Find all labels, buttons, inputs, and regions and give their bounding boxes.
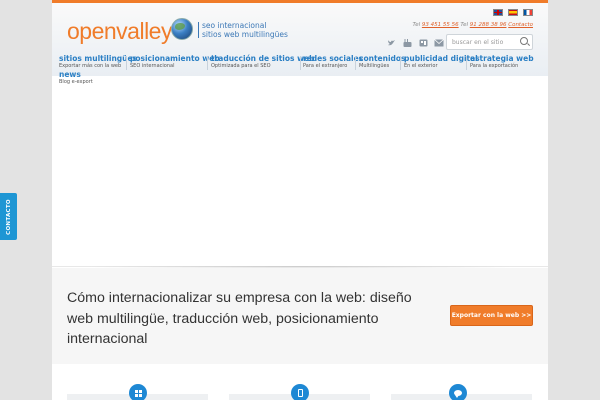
nav-divider: [300, 56, 301, 70]
contact-side-tab[interactable]: CONTACTO: [0, 193, 17, 240]
nav-item-estrategia-web[interactable]: estrategia web Para la exportación: [470, 54, 534, 70]
nav-label[interactable]: estrategia web: [470, 54, 534, 63]
nav-item-news[interactable]: news Blog e-export: [59, 70, 93, 86]
mail-icon[interactable]: [434, 38, 444, 47]
rss-icon[interactable]: [418, 38, 428, 47]
social-links: [386, 38, 444, 47]
tel1-prefix: Tel: [412, 22, 421, 28]
contact-link[interactable]: Contacto: [508, 22, 533, 28]
search-icon[interactable]: [520, 37, 528, 45]
search-box: [446, 34, 533, 50]
side-tab-label[interactable]: CONTACTO: [6, 199, 12, 235]
logo-text[interactable]: openvalley: [67, 18, 172, 45]
grid-icon: [129, 384, 147, 400]
nav-sublabel: Blog e-export: [59, 79, 93, 85]
phone-icon: [291, 384, 309, 400]
nav-divider: [207, 56, 208, 70]
header: openvalley seo internacional sitios web …: [52, 3, 548, 85]
intro-title: Cómo internacionalizar su empresa con la…: [67, 290, 412, 347]
chat-icon: [449, 384, 467, 400]
nav-sublabel: Para la exportación: [470, 63, 519, 69]
globe-icon: [171, 18, 193, 40]
flag-es-icon[interactable]: [508, 9, 518, 16]
search-input[interactable]: [447, 35, 517, 49]
nav-item-contenidos[interactable]: contenidos Multilingües: [359, 54, 406, 70]
twitter-icon[interactable]: [386, 38, 396, 47]
page: openvalley seo internacional sitios web …: [52, 0, 548, 400]
nav-sublabel: Optimizada para el SEO: [211, 63, 271, 69]
nav-sublabel: Multilingües: [359, 63, 390, 69]
intro-section: Cómo internacionalizar su empresa con la…: [52, 268, 548, 364]
nav-divider: [355, 56, 356, 70]
nav-label[interactable]: contenidos: [359, 54, 406, 63]
youtube-icon[interactable]: [402, 38, 412, 47]
phone-link-1[interactable]: 93 451 55 56: [422, 22, 459, 28]
phone-link-2[interactable]: 91 288 38 96: [470, 22, 507, 28]
features-section: [52, 364, 548, 400]
nav-divider: [126, 56, 127, 70]
nav-divider: [466, 56, 467, 70]
nav-divider: [400, 56, 401, 70]
logo[interactable]: openvalley: [67, 18, 193, 45]
nav-label[interactable]: news: [59, 70, 93, 79]
nav-item-traduccion[interactable]: traducción de sitios web Optimizada para…: [211, 54, 315, 70]
flag-uk-icon[interactable]: [493, 9, 503, 16]
tagline-divider: [198, 22, 199, 38]
flag-fr-icon[interactable]: [523, 9, 533, 16]
nav-label[interactable]: traducción de sitios web: [211, 54, 315, 63]
export-cta-button[interactable]: Exportar con la web >>: [450, 305, 533, 326]
language-selector: [493, 9, 533, 16]
contact-line: Tel 93 451 55 56 Tel 91 288 38 96 Contac…: [413, 22, 533, 28]
tagline-line-2: sitios web multilingües: [202, 29, 288, 39]
tagline: seo internacional sitios web multilingüe…: [202, 21, 288, 39]
tel2-prefix: Tel: [460, 22, 468, 28]
